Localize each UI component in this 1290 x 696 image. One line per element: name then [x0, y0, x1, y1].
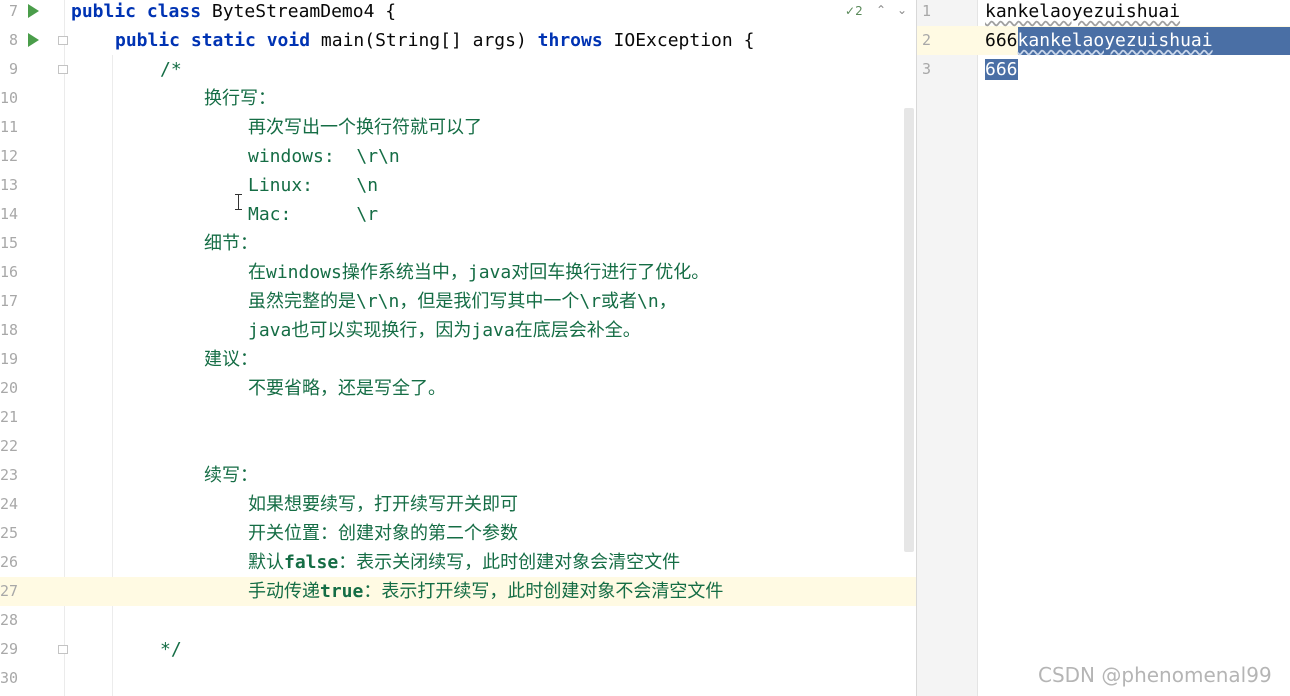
line-number: 20: [0, 379, 19, 397]
check-icon: ✓: [845, 4, 856, 18]
output-line-3: 666: [985, 55, 1018, 84]
line-number: 12: [0, 147, 19, 165]
comment-text: java: [467, 262, 512, 283]
code-line-12: windows: \r\n: [248, 146, 400, 167]
keyword: public static void: [115, 30, 311, 51]
line-number: 24: [0, 495, 19, 513]
inspection-count: 2: [855, 4, 863, 18]
code-line-25: 开关位置：创建对象的第二个参数: [248, 523, 518, 544]
line-number: 15: [0, 234, 19, 252]
exception-type: IOException {: [602, 30, 755, 51]
keyword: public class: [71, 1, 202, 22]
code-line-23: 续写：: [204, 465, 258, 486]
comment-text: 操作系统当中，: [341, 262, 468, 283]
line-number: 8: [8, 31, 18, 49]
code-line-29: */: [160, 639, 182, 660]
line-number: 13: [0, 176, 19, 194]
fold-comment-end-icon[interactable]: [58, 645, 68, 654]
code-line-27: 手动传递true：表示打开续写，此时创建对象不会清空文件: [248, 577, 723, 606]
line-number: 2: [922, 31, 932, 49]
code-line-16: 在windows操作系统当中，java对回车换行进行了优化。: [248, 258, 709, 287]
chevron-up-icon[interactable]: ⌃: [876, 3, 886, 17]
comment-text: true: [320, 581, 364, 602]
code-line-14: Mac: \r: [248, 204, 379, 225]
code-line-18: java也可以实现换行，因为java在底层会补全。: [248, 316, 641, 345]
comment-text: java: [248, 320, 292, 341]
text-content: kankelaoyezuishuai: [985, 1, 1181, 22]
line-number: 30: [0, 669, 19, 687]
code-line-13: Linux: \n: [248, 175, 379, 196]
inspection-widget[interactable]: ✓2: [845, 4, 863, 18]
comment-text: 对回车换行进行了优化。: [511, 262, 710, 283]
line-number: 17: [0, 292, 19, 310]
line-number: 11: [0, 118, 19, 136]
line-number: 26: [0, 553, 19, 571]
output-line-1: kankelaoyezuishuai: [985, 0, 1180, 26]
comment-text: 在底层会补全。: [514, 320, 641, 341]
output-gutter: [917, 0, 978, 696]
code-line-11: 再次写出一个换行符就可以了: [248, 117, 482, 138]
scrollbar-thumb[interactable]: [904, 108, 914, 552]
comment-text: java: [471, 320, 515, 341]
comment-text: windows: [266, 262, 342, 283]
line-number: 9: [8, 60, 18, 78]
code-line-15: 细节：: [204, 233, 258, 254]
comment-text: ：表示打开续写，此时创建对象不会清空文件: [363, 581, 724, 602]
line-number: 19: [0, 350, 19, 368]
line-number: 14: [0, 205, 19, 223]
code-line-8: public static void main(String[] args) t…: [115, 26, 754, 55]
comment-text: 也可以实现换行，因为: [291, 320, 472, 341]
line-number: 1: [922, 2, 932, 20]
run-class-icon[interactable]: [28, 4, 39, 18]
line-number: 22: [0, 437, 19, 455]
code-line-17: 虽然完整的是\r\n，但是我们写其中一个\r或者\n，: [248, 287, 677, 316]
selected-text: 666: [985, 59, 1018, 80]
comment-text: ，但是我们写其中一个: [399, 291, 580, 312]
line-number: 27: [0, 582, 19, 600]
comment-text: 或者: [601, 291, 638, 312]
method-signature: main(String[] args): [310, 30, 538, 51]
code-line-7: public class ByteStreamDemo4 {: [71, 0, 396, 26]
line-number: 7: [8, 2, 18, 20]
keyword: throws: [537, 30, 603, 51]
code-line-24: 如果想要续写，打开续写开关即可: [248, 494, 518, 515]
text-content: 666: [985, 30, 1018, 51]
comment-text: 默认: [248, 552, 284, 573]
comment-text: \r: [579, 291, 602, 312]
code-line-19: 建议：: [204, 349, 258, 370]
line-number: 25: [0, 524, 19, 542]
code-editor[interactable]: 7 8 9 10 11 12 13 14 15 16 17 18 19 20 2…: [0, 0, 916, 696]
line-number: 10: [0, 89, 19, 107]
comment-text: 手动传递: [248, 581, 320, 602]
code-line-9: /*: [160, 59, 182, 80]
code-line-26: 默认false：表示关闭续写，此时创建对象会清空文件: [248, 548, 680, 577]
code-line-10: 换行写：: [204, 88, 276, 109]
selected-text: kankelaoyezuishuai: [1017, 30, 1213, 51]
line-number: 21: [0, 408, 19, 426]
line-number: 29: [0, 640, 19, 658]
comment-text: \n: [637, 291, 659, 312]
watermark: CSDN @phenomenal99: [1038, 663, 1272, 687]
run-main-icon[interactable]: [28, 33, 39, 47]
line-number: 16: [0, 263, 19, 281]
comment-text: \r\n: [356, 291, 400, 312]
class-name: ByteStreamDemo4 {: [201, 1, 397, 22]
comment-text: false: [284, 552, 339, 573]
line-number: 28: [0, 611, 19, 629]
text-cursor-icon: [235, 194, 242, 210]
comment-text: ，: [658, 291, 677, 312]
line-number: 3: [922, 60, 932, 78]
code-line-20: 不要省略，还是写全了。: [248, 378, 446, 399]
fold-method-icon[interactable]: [58, 36, 68, 45]
comment-text: 在: [248, 262, 266, 283]
comment-text: 虽然完整的是: [248, 291, 356, 312]
line-number: 23: [0, 466, 19, 484]
fold-comment-icon[interactable]: [58, 65, 68, 74]
comment-text: ：表示关闭续写，此时创建对象会清空文件: [338, 552, 681, 573]
output-line-2: 666kankelaoyezuishuai: [985, 26, 1213, 55]
line-number: 18: [0, 321, 19, 339]
output-file-editor[interactable]: 1 2 3 kankelaoyezuishuai 666kankelaoyezu…: [917, 0, 1290, 696]
